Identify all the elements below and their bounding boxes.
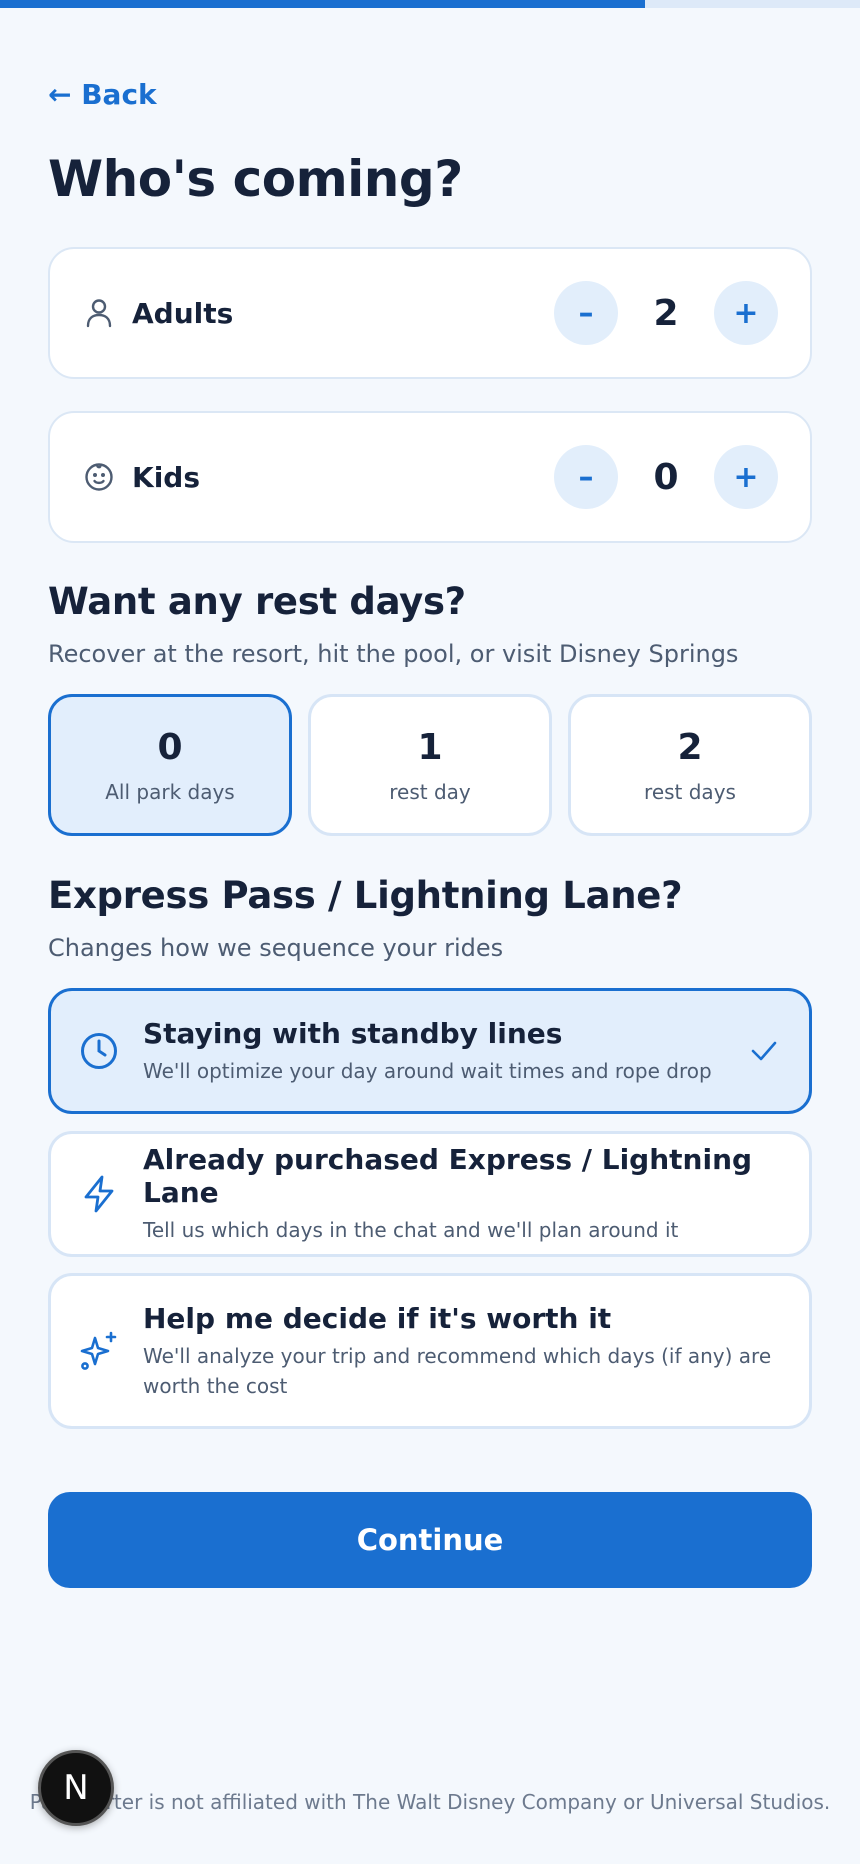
progress-bar xyxy=(0,0,860,8)
express-option-text: Help me decide if it's worth it We'll an… xyxy=(143,1302,781,1401)
express-option-title: Staying with standby lines xyxy=(143,1016,563,1050)
rest-option-1[interactable]: 1 rest day xyxy=(308,694,552,836)
adults-stepper: – 2 + xyxy=(554,281,778,345)
express-pass-heading: Express Pass / Lightning Lane? xyxy=(48,874,683,917)
express-option-text: Staying with standby lines We'll optimiz… xyxy=(143,1017,737,1086)
person-icon xyxy=(82,296,116,330)
progress-bar-fill xyxy=(0,0,645,8)
kids-count: 0 xyxy=(653,456,679,498)
rest-days-options: 0 All park days 1 rest day 2 rest days xyxy=(48,694,812,836)
sparkles-icon xyxy=(77,1329,121,1373)
clock-icon xyxy=(77,1029,121,1073)
back-link[interactable]: ← Back xyxy=(48,78,157,111)
rest-option-label: rest day xyxy=(389,779,471,804)
express-option-text: Already purchased Express / Lightning La… xyxy=(143,1143,781,1245)
back-link-label: ← Back xyxy=(48,78,157,111)
adults-count: 2 xyxy=(653,292,679,334)
kids-decrement-button[interactable]: – xyxy=(554,445,618,509)
rest-option-2[interactable]: 2 rest days xyxy=(568,694,812,836)
dev-tools-badge[interactable]: N xyxy=(38,1750,114,1826)
adults-label: Adults xyxy=(132,296,234,330)
express-option-title: Already purchased Express / Lightning La… xyxy=(143,1143,753,1209)
rest-option-label: All park days xyxy=(105,779,235,804)
adults-counter-card: Adults – 2 + xyxy=(48,247,812,379)
adults-decrement-button[interactable]: – xyxy=(554,281,618,345)
express-option-title: Help me decide if it's worth it xyxy=(143,1301,612,1335)
rest-option-label: rest days xyxy=(644,779,736,804)
express-option-description: We'll analyze your trip and recommend wh… xyxy=(143,1343,772,1398)
express-option-help-decide[interactable]: Help me decide if it's worth it We'll an… xyxy=(48,1273,812,1429)
kids-increment-button[interactable]: + xyxy=(714,445,778,509)
rest-days-subtitle: Recover at the resort, hit the pool, or … xyxy=(48,640,739,668)
express-option-standby[interactable]: Staying with standby lines We'll optimiz… xyxy=(48,988,812,1114)
rest-option-number: 1 xyxy=(417,726,443,768)
continue-button[interactable]: Continue xyxy=(48,1492,812,1588)
express-pass-subtitle: Changes how we sequence your rides xyxy=(48,934,504,962)
rest-option-0[interactable]: 0 All park days xyxy=(48,694,292,836)
rest-option-number: 2 xyxy=(677,726,703,768)
kids-label: Kids xyxy=(132,460,201,494)
express-option-description: We'll optimize your day around wait time… xyxy=(143,1058,712,1083)
kids-stepper: – 0 + xyxy=(554,445,778,509)
page-title: Who's coming? xyxy=(48,150,463,208)
checkmark-icon xyxy=(747,1034,781,1068)
baby-face-icon xyxy=(82,460,116,494)
rest-days-heading: Want any rest days? xyxy=(48,580,466,623)
disclaimer-text: ParkStarter is not affiliated with The W… xyxy=(29,1790,831,1814)
kids-counter-card: Kids – 0 + xyxy=(48,411,812,543)
adults-increment-button[interactable]: + xyxy=(714,281,778,345)
express-option-description: Tell us which days in the chat and we'll… xyxy=(143,1218,679,1242)
express-option-purchased[interactable]: Already purchased Express / Lightning La… xyxy=(48,1131,812,1257)
rest-option-number: 0 xyxy=(157,726,183,768)
lightning-icon xyxy=(77,1172,121,1216)
